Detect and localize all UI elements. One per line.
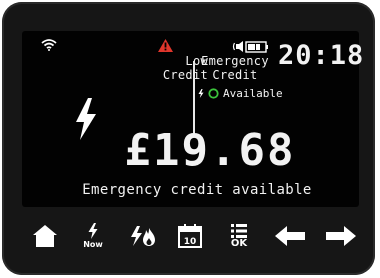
calendar-icon: 10	[178, 224, 202, 248]
low-credit-line2: Credit	[162, 68, 208, 82]
home-icon	[33, 225, 57, 247]
now-button[interactable]: Now	[80, 218, 106, 254]
emergency-credit-indicator: Emergency Credit	[200, 54, 270, 82]
emergency-status-text: Available	[223, 87, 283, 100]
menu-ok-button[interactable]: OK	[226, 218, 252, 254]
status-message: Emergency credit available	[82, 182, 312, 198]
left-arrow-button[interactable]	[274, 218, 306, 254]
credit-balance: £19.68	[124, 125, 296, 176]
emergency-status-row: Available	[198, 87, 283, 100]
lightning-bolt-icon	[88, 223, 98, 239]
emergency-line1: Emergency	[201, 54, 269, 68]
electric-gas-icon	[131, 226, 155, 246]
lcd-screen: Low Credit Emergency Credit Available 20…	[22, 31, 363, 207]
calendar-day: 10	[184, 237, 197, 247]
emergency-line2: Credit	[212, 68, 258, 82]
wifi-icon	[41, 39, 57, 51]
device-status-icons	[232, 41, 268, 53]
status-divider	[193, 61, 195, 134]
warning-icon	[158, 39, 173, 52]
low-credit-indicator: Low Credit	[132, 54, 208, 82]
menu-list-icon	[231, 224, 247, 238]
lightning-bolt-icon	[198, 89, 204, 98]
ok-label: OK	[230, 238, 248, 249]
energy-meter-display: Low Credit Emergency Credit Available 20…	[2, 2, 375, 275]
low-credit-line1: Low	[185, 54, 208, 68]
arrow-right-icon	[326, 226, 356, 246]
now-label: Now	[83, 240, 103, 249]
lightning-bolt-icon	[76, 98, 96, 140]
home-button[interactable]	[32, 218, 58, 254]
arrow-left-icon	[275, 226, 305, 246]
clock: 20:18	[278, 40, 365, 71]
electric-gas-button[interactable]	[128, 218, 158, 254]
right-arrow-button[interactable]	[325, 218, 357, 254]
speaker-icon	[232, 41, 243, 52]
status-ring-icon	[208, 88, 219, 99]
calendar-button[interactable]: 10	[177, 218, 203, 254]
battery-icon	[245, 41, 268, 53]
